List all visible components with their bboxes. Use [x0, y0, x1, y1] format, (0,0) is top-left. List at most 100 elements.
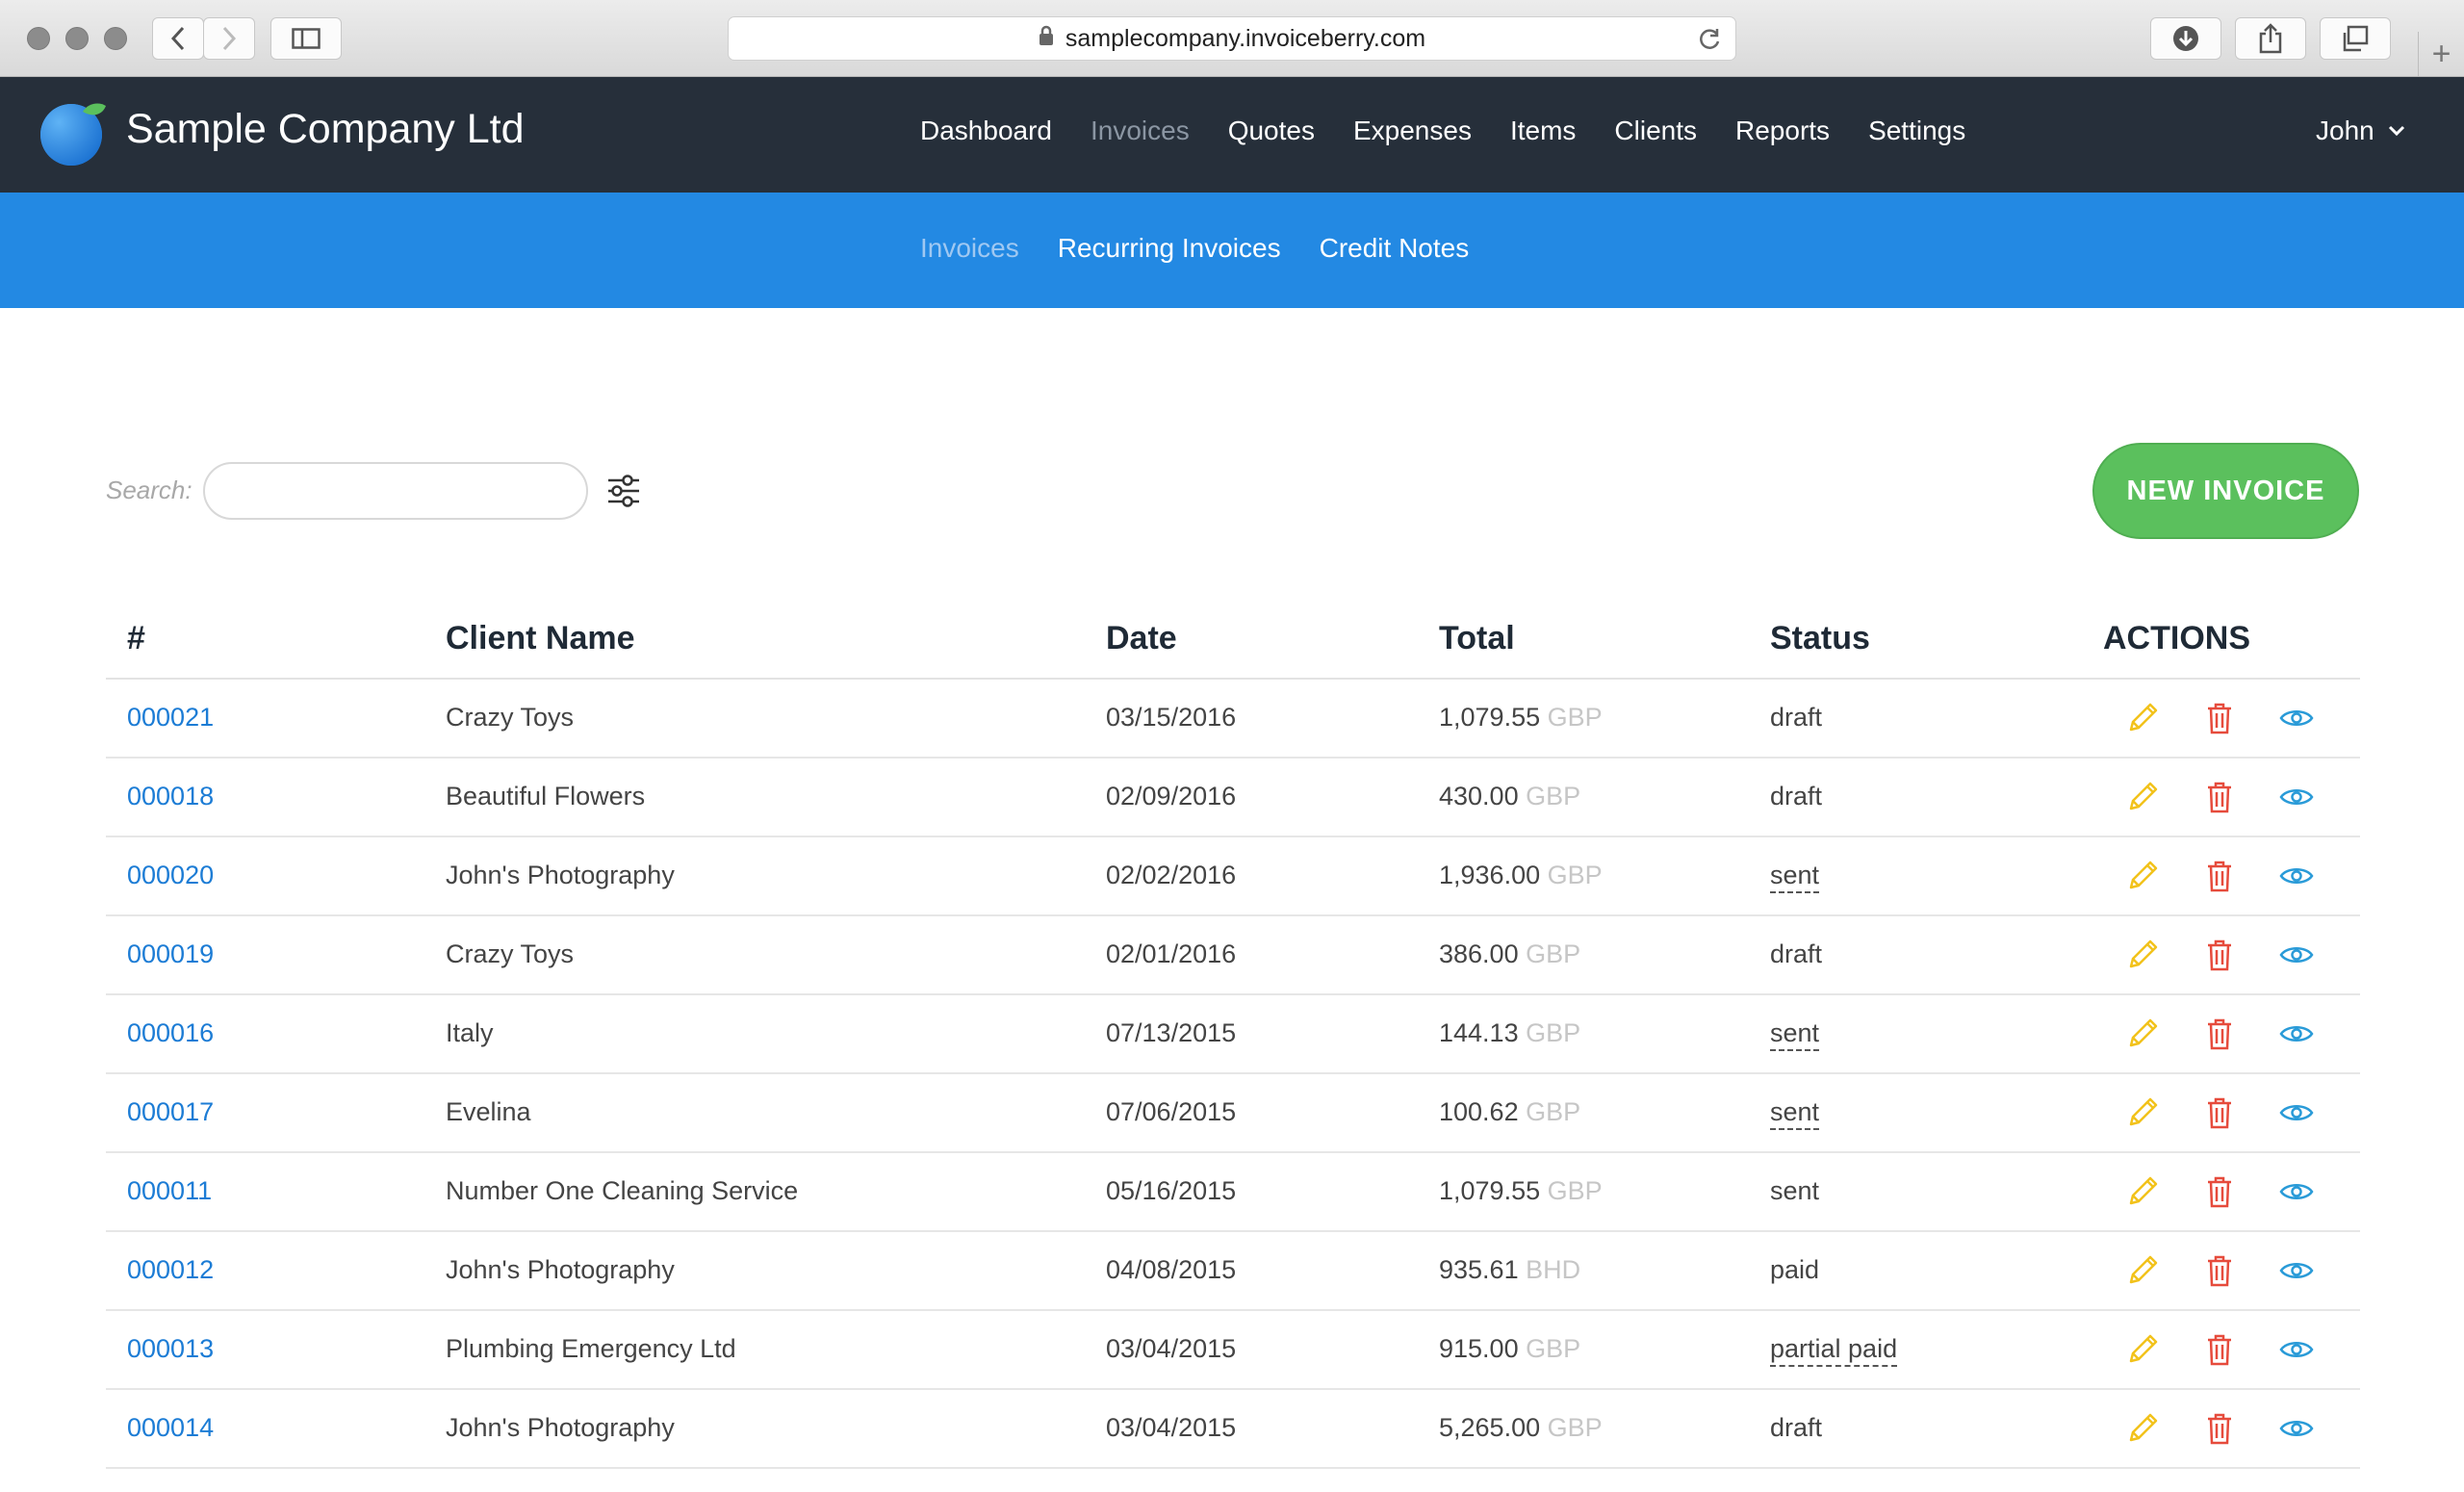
- invoice-number-link[interactable]: 000018: [127, 782, 214, 811]
- column-header-client[interactable]: Client Name: [446, 620, 635, 657]
- invoice-number-link[interactable]: 000019: [127, 939, 214, 969]
- edit-button[interactable]: [2123, 778, 2162, 816]
- invoice-amount: 1,936.00: [1439, 861, 1541, 889]
- edit-button[interactable]: [2123, 1330, 2162, 1369]
- invoice-amount: 100.62: [1439, 1097, 1519, 1126]
- invoice-total: 1,079.55 GBP: [1439, 1176, 1603, 1206]
- invoice-number-link[interactable]: 000016: [127, 1018, 214, 1048]
- share-button[interactable]: [2235, 17, 2306, 60]
- edit-button[interactable]: [2123, 1251, 2162, 1290]
- edit-button[interactable]: [2123, 1093, 2162, 1132]
- sidebar-toggle-button[interactable]: [270, 17, 342, 60]
- delete-button[interactable]: [2200, 1093, 2239, 1132]
- edit-button[interactable]: [2123, 1409, 2162, 1448]
- delete-button[interactable]: [2200, 778, 2239, 816]
- nav-expenses[interactable]: Expenses: [1353, 116, 1472, 146]
- tabs-overview-button[interactable]: [2320, 17, 2391, 60]
- view-button[interactable]: [2277, 1251, 2316, 1290]
- edit-button[interactable]: [2123, 699, 2162, 737]
- sub-nav-menu: Invoices Recurring Invoices Credit Notes: [920, 233, 1507, 264]
- view-button[interactable]: [2277, 1409, 2316, 1448]
- invoice-number-link[interactable]: 000021: [127, 703, 214, 733]
- zoom-window-button[interactable]: [104, 27, 127, 50]
- browser-toolbar: samplecompany.invoiceberry.com +: [0, 0, 2464, 77]
- invoice-total: 1,936.00 GBP: [1439, 861, 1603, 890]
- view-button[interactable]: [2277, 1093, 2316, 1132]
- invoice-amount: 915.00: [1439, 1334, 1519, 1363]
- filter-settings-icon[interactable]: [604, 472, 643, 510]
- delete-button[interactable]: [2200, 1172, 2239, 1211]
- table-row: 000021 Crazy Toys 03/15/2016 1,079.55 GB…: [106, 680, 2360, 759]
- delete-button[interactable]: [2200, 857, 2239, 895]
- invoice-total: 144.13 GBP: [1439, 1018, 1580, 1048]
- view-button[interactable]: [2277, 936, 2316, 974]
- view-button[interactable]: [2277, 699, 2316, 737]
- edit-button[interactable]: [2123, 936, 2162, 974]
- invoice-number-link[interactable]: 000017: [127, 1097, 214, 1127]
- view-button[interactable]: [2277, 778, 2316, 816]
- pencil-icon: [2129, 1176, 2158, 1205]
- eye-icon: [2279, 1026, 2314, 1042]
- edit-button[interactable]: [2123, 1172, 2162, 1211]
- nav-items[interactable]: Items: [1510, 116, 1576, 146]
- nav-reports[interactable]: Reports: [1735, 116, 1830, 146]
- invoice-number-link[interactable]: 000013: [127, 1334, 214, 1364]
- downloads-button[interactable]: [2150, 17, 2221, 60]
- delete-button[interactable]: [2200, 699, 2239, 737]
- invoice-number-link[interactable]: 000020: [127, 861, 214, 890]
- nav-dashboard[interactable]: Dashboard: [920, 116, 1052, 146]
- company-name[interactable]: Sample Company Ltd: [126, 106, 525, 153]
- nav-settings[interactable]: Settings: [1868, 116, 1965, 146]
- delete-button[interactable]: [2200, 1409, 2239, 1448]
- invoice-number-link[interactable]: 000014: [127, 1413, 214, 1443]
- invoice-currency: GBP: [1547, 861, 1603, 889]
- invoice-amount: 5,265.00: [1439, 1413, 1541, 1442]
- user-menu[interactable]: John: [2316, 116, 2405, 146]
- view-button[interactable]: [2277, 1015, 2316, 1053]
- edit-button[interactable]: [2123, 1015, 2162, 1053]
- column-header-status[interactable]: Status: [1770, 620, 1870, 657]
- new-tab-button[interactable]: +: [2418, 32, 2464, 76]
- invoice-number-link[interactable]: 000011: [127, 1176, 212, 1206]
- nav-clients[interactable]: Clients: [1614, 116, 1697, 146]
- invoice-status: draft: [1770, 782, 1822, 811]
- view-button[interactable]: [2277, 1330, 2316, 1369]
- view-button[interactable]: [2277, 857, 2316, 895]
- close-window-button[interactable]: [27, 27, 50, 50]
- column-header-date[interactable]: Date: [1106, 620, 1177, 657]
- delete-button[interactable]: [2200, 1251, 2239, 1290]
- subnav-credit-notes[interactable]: Credit Notes: [1320, 233, 1470, 264]
- status-text: sent: [1770, 1176, 1820, 1205]
- minimize-window-button[interactable]: [65, 27, 89, 50]
- invoice-currency: GBP: [1526, 782, 1581, 810]
- invoice-status: partial paid: [1770, 1334, 1898, 1367]
- invoice-currency: GBP: [1547, 1413, 1603, 1442]
- search-input[interactable]: [203, 462, 588, 520]
- delete-button[interactable]: [2200, 936, 2239, 974]
- invoice-date: 05/16/2015: [1106, 1176, 1237, 1205]
- invoice-number-link[interactable]: 000012: [127, 1255, 214, 1285]
- lock-icon: [1039, 25, 1054, 53]
- subnav-recurring-invoices[interactable]: Recurring Invoices: [1058, 233, 1281, 264]
- edit-button[interactable]: [2123, 857, 2162, 895]
- download-icon: [2173, 26, 2198, 51]
- invoice-date: 03/04/2015: [1106, 1334, 1237, 1363]
- eye-icon: [2279, 1263, 2314, 1278]
- subnav-invoices[interactable]: Invoices: [920, 233, 1019, 264]
- nav-quotes[interactable]: Quotes: [1228, 116, 1315, 146]
- trash-icon: [2208, 703, 2231, 734]
- nav-invoices[interactable]: Invoices: [1091, 116, 1190, 146]
- back-button[interactable]: [152, 17, 204, 60]
- status-text: sent: [1770, 1097, 1820, 1130]
- new-invoice-button[interactable]: NEW INVOICE: [2092, 443, 2359, 539]
- column-header-total[interactable]: Total: [1439, 620, 1515, 657]
- delete-button[interactable]: [2200, 1330, 2239, 1369]
- pencil-icon: [2129, 703, 2158, 732]
- address-bar[interactable]: samplecompany.invoiceberry.com: [728, 16, 1736, 61]
- reload-icon[interactable]: [1697, 27, 1722, 59]
- view-button[interactable]: [2277, 1172, 2316, 1211]
- forward-button[interactable]: [203, 17, 255, 60]
- column-header-number[interactable]: #: [127, 620, 145, 657]
- delete-button[interactable]: [2200, 1015, 2239, 1053]
- invoice-status: sent: [1770, 861, 1820, 893]
